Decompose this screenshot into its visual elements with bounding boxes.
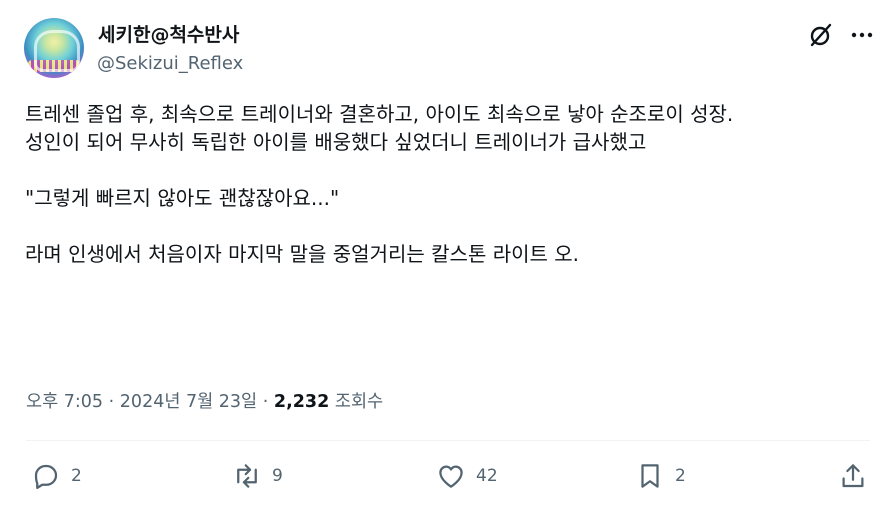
retweet-count: 9 xyxy=(272,466,283,486)
more-icon[interactable] xyxy=(849,24,875,46)
bookmark-button[interactable]: 2 xyxy=(635,460,686,492)
like-button[interactable]: 42 xyxy=(436,460,498,492)
like-count: 42 xyxy=(476,466,498,486)
bookmark-count: 2 xyxy=(675,466,686,486)
share-button[interactable] xyxy=(838,460,868,492)
views-count: 2,232 xyxy=(273,392,330,412)
heart-icon xyxy=(439,465,463,488)
user-handle[interactable]: @Sekizui_Reflex xyxy=(97,53,243,74)
bookmark-icon xyxy=(641,464,659,488)
reply-icon xyxy=(34,464,58,489)
views-label: 조회수 xyxy=(334,392,384,412)
grok-icon[interactable] xyxy=(808,22,834,48)
tweet-meta: 오후 7:05 · 2024년 7월 23일 · 2,232 조회수 xyxy=(26,388,383,413)
meta-separator: · xyxy=(262,392,269,412)
tweet-time[interactable]: 오후 7:05 xyxy=(26,392,103,412)
retweet-button[interactable]: 9 xyxy=(232,460,283,492)
avatar[interactable] xyxy=(24,18,84,78)
share-icon xyxy=(842,464,864,488)
tweet-text: 트레센 졸업 후, 최속으로 트레이너와 결혼하고, 아이도 최속으로 낳아 순… xyxy=(25,102,734,266)
display-name[interactable]: 세키한@척수반사 xyxy=(98,20,239,47)
divider xyxy=(26,440,870,441)
meta-separator: · xyxy=(108,392,115,412)
reply-button[interactable]: 2 xyxy=(31,460,82,492)
tweet-date[interactable]: 2024년 7월 23일 xyxy=(120,392,257,412)
reply-count: 2 xyxy=(71,466,82,486)
retweet-icon xyxy=(237,464,257,488)
